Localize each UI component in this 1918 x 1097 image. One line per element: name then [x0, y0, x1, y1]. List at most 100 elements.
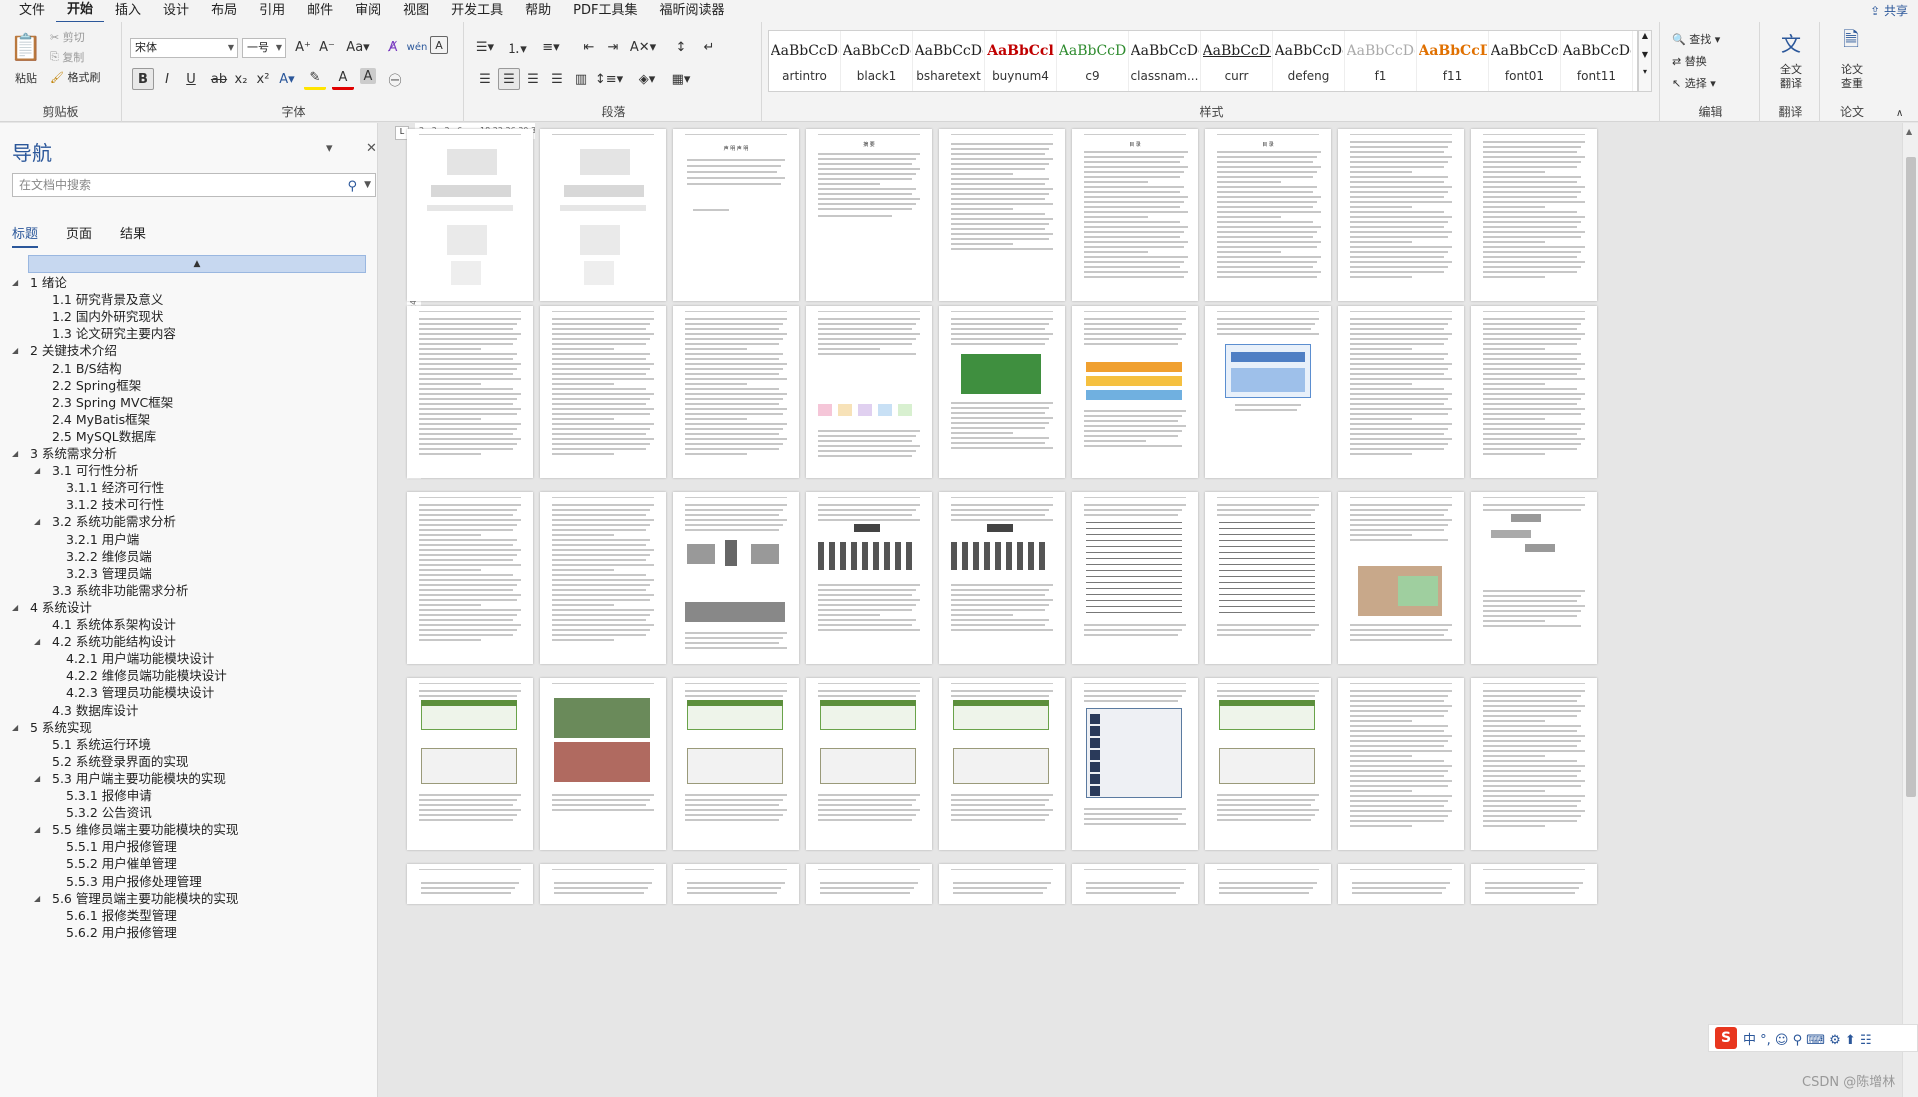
search-icon[interactable]: ⚲	[347, 176, 357, 198]
style-item[interactable]: AaBbCcD c9	[1057, 31, 1129, 91]
document-search-icon[interactable]: 🗎	[1836, 27, 1866, 56]
document-page[interactable]	[407, 864, 533, 904]
style-item[interactable]: AaBbCcDc black1	[841, 31, 913, 91]
document-page[interactable]	[673, 678, 799, 850]
align-left-icon[interactable]: ☰	[474, 68, 496, 90]
expand-triangle-icon[interactable]: ◢	[34, 461, 40, 481]
thesis-btn-line1[interactable]: 论文	[1826, 62, 1878, 76]
style-item[interactable]: AaBbCcDc defeng	[1273, 31, 1345, 91]
expand-triangle-icon[interactable]: ◢	[34, 769, 40, 789]
menu-item[interactable]: 帮助	[514, 0, 562, 22]
ime-toolbar[interactable]: S 中 °, ☺ ⚲ ⌨ ⚙ ⬆ ☷	[1708, 1024, 1918, 1052]
line-spacing-icon[interactable]: ↕≡▾	[595, 68, 623, 90]
style-item[interactable]: AaBbCcDc curr	[1201, 31, 1273, 91]
document-page[interactable]	[673, 864, 799, 904]
document-page[interactable]	[407, 129, 533, 301]
document-page[interactable]	[1471, 306, 1597, 478]
thesis-btn-line2[interactable]: 查重	[1826, 76, 1878, 90]
style-item[interactable]: AaBbCcDdI f1	[1345, 31, 1417, 91]
document-page[interactable]	[939, 492, 1065, 664]
font-color-icon[interactable]: A	[332, 68, 354, 90]
ime-status[interactable]: 中 °, ☺ ⚲ ⌨ ⚙ ⬆ ☷	[1743, 1029, 1872, 1048]
style-item[interactable]: AaBbCcD f11	[1417, 31, 1489, 91]
align-right-icon[interactable]: ☰	[522, 68, 544, 90]
distributed-icon[interactable]: ▥	[570, 68, 592, 90]
expand-triangle-icon[interactable]: ◢	[12, 341, 18, 361]
document-page[interactable]	[540, 492, 666, 664]
increase-indent-icon[interactable]: ⇥	[602, 36, 624, 58]
document-page[interactable]	[1205, 864, 1331, 904]
expand-triangle-icon[interactable]: ◢	[34, 632, 40, 652]
replace-button[interactable]: ⇄ 替换	[1672, 52, 1707, 70]
document-page[interactable]	[1338, 306, 1464, 478]
menu-item[interactable]: PDF工具集	[562, 0, 648, 22]
chevron-down-icon[interactable]: ▼	[1639, 50, 1651, 59]
find-button[interactable]: 🔍 查找 ▾	[1672, 30, 1720, 48]
document-page[interactable]	[1338, 678, 1464, 850]
document-page[interactable]: 声 明 声 明	[673, 129, 799, 301]
clear-format-icon[interactable]: A̸	[382, 36, 404, 58]
align-center-icon[interactable]: ☰	[498, 68, 520, 90]
document-page[interactable]	[806, 678, 932, 850]
select-button[interactable]: ↖ 选择 ▾	[1672, 74, 1716, 92]
chevron-up-icon[interactable]: ▲	[1639, 31, 1651, 40]
expand-triangle-icon[interactable]: ◢	[12, 444, 18, 464]
paste-button[interactable]: 粘贴	[8, 70, 44, 86]
nav-tab[interactable]: 结果	[120, 223, 146, 248]
menu-item[interactable]: 邮件	[296, 0, 344, 22]
document-page[interactable]	[806, 492, 932, 664]
style-item[interactable]: AaBbCcDc artintro	[769, 31, 841, 91]
document-page[interactable]	[540, 864, 666, 904]
nav-tab[interactable]: 标题	[12, 223, 39, 248]
show-marks-icon[interactable]: ↵	[698, 36, 720, 58]
numbering-icon[interactable]: ⒈▾	[506, 36, 528, 58]
document-page[interactable]	[1471, 678, 1597, 850]
menu-item[interactable]: 插入	[104, 0, 152, 22]
grow-font-icon[interactable]: A⁺	[292, 36, 314, 58]
phonetic-icon[interactable]: wén	[406, 36, 428, 58]
expand-triangle-icon[interactable]: ◢	[12, 598, 18, 618]
expand-triangle-icon[interactable]: ◢	[34, 820, 40, 840]
document-page[interactable]	[1338, 129, 1464, 301]
scroll-thumb[interactable]	[1906, 157, 1916, 797]
collapse-ribbon-icon[interactable]: ∧	[1896, 108, 1903, 119]
expand-triangle-icon[interactable]: ◢	[34, 889, 40, 909]
document-page[interactable]	[1338, 492, 1464, 664]
sort-icon[interactable]: ↕	[670, 36, 692, 58]
styles-scroll[interactable]: ▲ ▼ ▾	[1638, 30, 1652, 92]
document-page[interactable]	[540, 678, 666, 850]
document-page[interactable]	[1205, 678, 1331, 850]
document-page[interactable]	[1072, 678, 1198, 850]
document-page[interactable]	[1471, 864, 1597, 904]
document-page[interactable]	[939, 864, 1065, 904]
decrease-indent-icon[interactable]: ⇤	[578, 36, 600, 58]
document-page[interactable]	[1072, 864, 1198, 904]
paste-icon[interactable]: 📋	[8, 28, 44, 68]
translate-btn-line2[interactable]: 翻译	[1766, 76, 1816, 90]
expand-triangle-icon[interactable]: ◢	[12, 718, 18, 738]
asian-layout-icon[interactable]: A✕▾	[630, 36, 656, 58]
strikethrough-icon[interactable]: ab	[208, 68, 230, 90]
enclose-char-icon[interactable]: ㊀	[384, 68, 406, 90]
highlight-icon[interactable]: ✎	[304, 68, 326, 90]
nav-search-input[interactable]: 在文档中搜索 ⚲ ▼	[12, 173, 376, 197]
font-size-combo[interactable]: 一号 ▼	[242, 38, 286, 58]
more-icon[interactable]: ▾	[1639, 67, 1651, 76]
translate-icon[interactable]: 文	[1776, 28, 1806, 56]
document-page[interactable]	[540, 129, 666, 301]
style-item[interactable]: AaBbCcDc classnam...	[1129, 31, 1201, 91]
menu-item[interactable]: 开始	[56, 0, 105, 23]
superscript-icon[interactable]: x²	[252, 68, 274, 90]
format-painter-button[interactable]: 🖌 格式刷	[50, 68, 100, 86]
expand-triangle-icon[interactable]: ◢	[34, 512, 40, 532]
document-page[interactable]	[1205, 492, 1331, 664]
bullets-icon[interactable]: ☰▾	[474, 36, 496, 58]
document-page[interactable]	[673, 492, 799, 664]
menu-item[interactable]: 引用	[248, 0, 296, 22]
nav-heading-item[interactable]: 5.6.2 用户报修管理	[66, 923, 177, 943]
style-item[interactable]: AaBbCcDc font11	[1561, 31, 1633, 91]
subscript-icon[interactable]: x₂	[230, 68, 252, 90]
style-item[interactable]: AaBbCcDdI font01	[1489, 31, 1561, 91]
copy-button[interactable]: ⎘ 复制	[50, 48, 84, 66]
font-name-combo[interactable]: 宋体 ▼	[130, 38, 238, 58]
